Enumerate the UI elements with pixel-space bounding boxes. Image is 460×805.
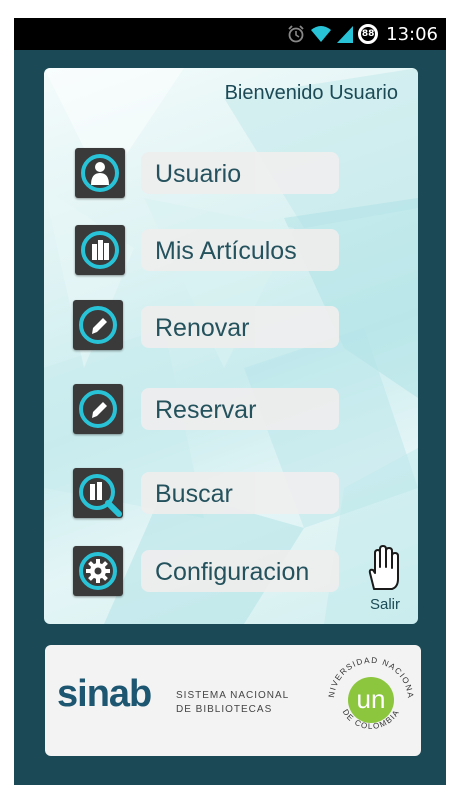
menu-item-buscar[interactable]: Buscar (44, 468, 418, 524)
hand-icon (368, 545, 399, 590)
menu-item-usuario[interactable]: Usuario (44, 146, 418, 202)
exit-label: Salir (369, 596, 400, 613)
search-icon (73, 468, 123, 518)
alarm-icon (288, 25, 304, 43)
user-icon (75, 148, 125, 198)
battery-icon: 88 (358, 24, 379, 44)
main-menu-panel: Bienvenido Usuario Usuario Mis Artículos (44, 68, 418, 624)
menu-label-renovar: Renovar (155, 314, 250, 342)
wifi-icon (311, 26, 332, 42)
menu-label-buscar: Buscar (155, 480, 233, 508)
books-icon (75, 225, 125, 275)
menu-label-usuario: Usuario (155, 160, 242, 188)
svg-text:un: un (357, 684, 386, 714)
menu-label-mis-articulos: Mis Artículos (155, 237, 297, 265)
status-bar: 88 13:06 (14, 18, 446, 50)
menu-item-reservar[interactable]: Reservar (44, 384, 418, 440)
battery-level: 88 (361, 29, 375, 39)
pencil-icon (73, 300, 123, 350)
status-time: 13:06 (386, 23, 438, 45)
menu-item-renovar[interactable]: Renovar (44, 300, 418, 356)
menu-label-configuracion: Configuracion (155, 558, 310, 586)
menu-label-reservar: Reservar (155, 396, 257, 424)
sinab-description: SISTEMA NACIONAL DE BIBLIOTECAS (176, 690, 290, 715)
signal-icon (337, 26, 354, 43)
sinab-logo: sinab (57, 673, 152, 715)
exit-button[interactable]: Salir (363, 543, 407, 613)
menu-item-configuracion[interactable]: Configuracion (44, 546, 418, 602)
pencil-icon (73, 384, 123, 434)
university-seal-logo: UNIVERSIDAD NACIONAL DE COLOMBIA un (321, 650, 414, 731)
welcome-text: Bienvenido Usuario (224, 82, 398, 104)
gear-icon (73, 546, 123, 596)
footer-logos: sinab SISTEMA NACIONAL DE BIBLIOTECAS UN… (45, 645, 421, 756)
menu-item-mis-articulos[interactable]: Mis Artículos (44, 223, 418, 279)
